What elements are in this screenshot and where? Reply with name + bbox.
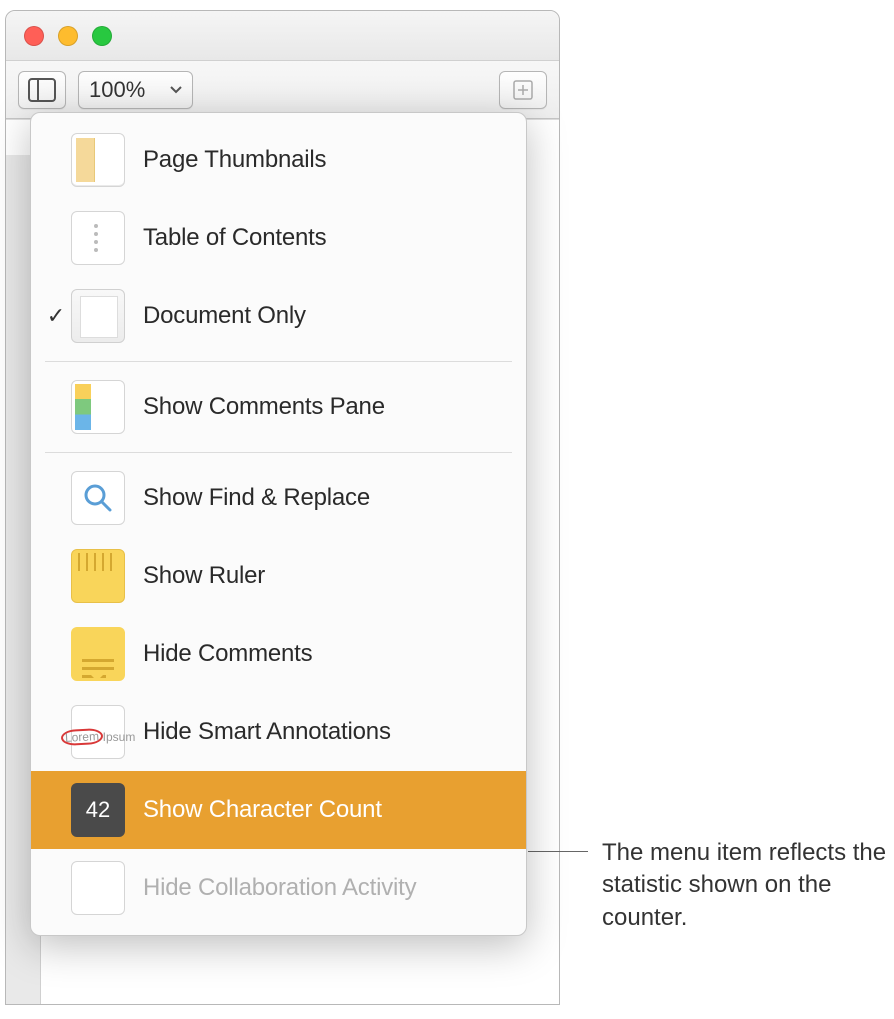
callout: The menu item reflects the statistic sho… (528, 837, 888, 934)
menu-label: Show Comments Pane (143, 393, 385, 421)
zoom-dropdown[interactable]: 100% (78, 71, 193, 109)
menu-item-hide-smart-annotations[interactable]: LoremIpsum Hide Smart Annotations (31, 693, 526, 771)
menu-item-show-ruler[interactable]: Show Ruler (31, 537, 526, 615)
sidebar-icon (28, 78, 56, 102)
menu-label: Show Find & Replace (143, 484, 370, 512)
menu-item-show-character-count[interactable]: 42 Show Character Count (31, 771, 526, 849)
callout-text: The menu item reflects the statistic sho… (602, 837, 888, 934)
menu-label: Hide Smart Annotations (143, 718, 391, 746)
add-page-button[interactable] (499, 71, 547, 109)
menu-item-hide-comments[interactable]: Hide Comments (31, 615, 526, 693)
menu-item-hide-collaboration-activity: Hide Collaboration Activity (31, 849, 526, 927)
view-dropdown-menu: Page Thumbnails Table of Contents ✓ Docu… (30, 112, 527, 936)
checkmark-icon: ✓ (41, 303, 71, 329)
menu-label: Show Character Count (143, 796, 382, 824)
menu-item-show-find-replace[interactable]: Show Find & Replace (31, 459, 526, 537)
zoom-level-label: 100% (89, 77, 170, 103)
menu-label: Hide Comments (143, 640, 312, 668)
comments-icon (71, 627, 125, 681)
collaboration-activity-icon (71, 861, 125, 915)
plus-icon (513, 80, 533, 100)
count-badge-value: 42 (86, 797, 110, 823)
menu-item-table-of-contents[interactable]: Table of Contents (31, 199, 526, 277)
menu-item-show-comments-pane[interactable]: Show Comments Pane (31, 368, 526, 446)
window-minimize-button[interactable] (58, 26, 78, 46)
menu-item-document-only[interactable]: ✓ Document Only (31, 277, 526, 355)
window-close-button[interactable] (24, 26, 44, 46)
chevron-down-icon (170, 86, 182, 94)
menu-label: Page Thumbnails (143, 146, 326, 174)
window-zoom-button[interactable] (92, 26, 112, 46)
menu-label: Document Only (143, 302, 306, 330)
callout-line (528, 851, 588, 852)
ruler-icon (71, 549, 125, 603)
menu-separator (45, 361, 512, 362)
comments-pane-icon (71, 380, 125, 434)
titlebar (6, 11, 559, 61)
character-count-icon: 42 (71, 783, 125, 837)
search-icon (71, 471, 125, 525)
smart-annotations-icon: LoremIpsum (71, 705, 125, 759)
document-only-icon (71, 289, 125, 343)
view-menu-button[interactable] (18, 71, 66, 109)
menu-separator (45, 452, 512, 453)
menu-label: Table of Contents (143, 224, 326, 252)
menu-item-page-thumbnails[interactable]: Page Thumbnails (31, 121, 526, 199)
toolbar: 100% (6, 61, 559, 119)
menu-label: Show Ruler (143, 562, 265, 590)
traffic-lights (24, 26, 112, 46)
page-thumbnails-icon (71, 133, 125, 187)
menu-label: Hide Collaboration Activity (143, 874, 416, 902)
table-of-contents-icon (71, 211, 125, 265)
